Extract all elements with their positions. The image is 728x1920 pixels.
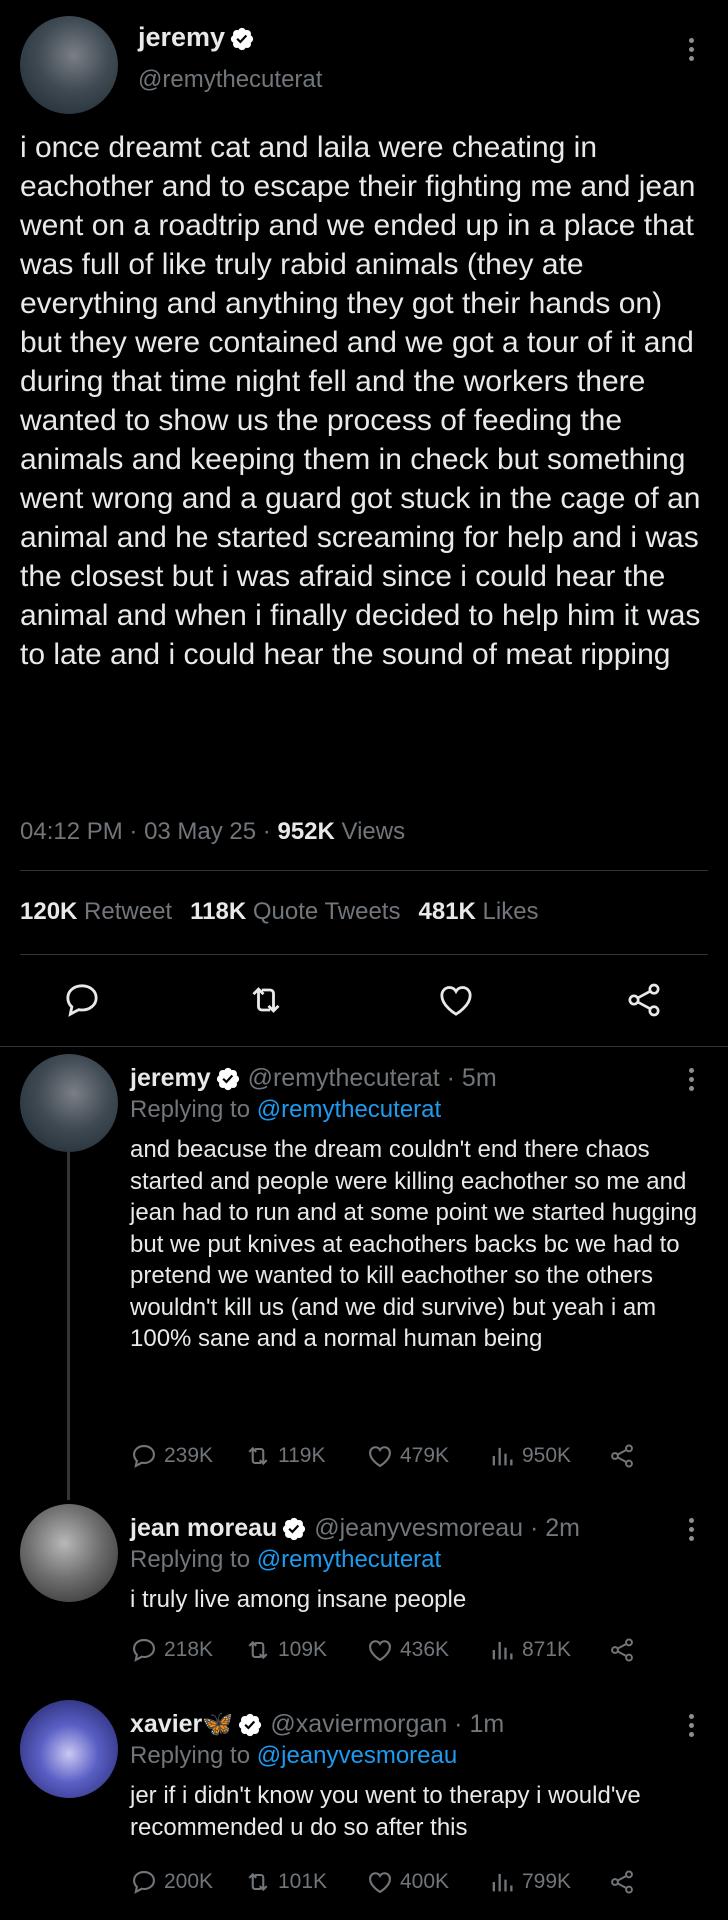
reply-age: 5m <box>461 1064 497 1092</box>
author-handle[interactable]: @remythecuterat <box>248 1064 440 1092</box>
views-label: Views <box>341 818 406 845</box>
likes-stat[interactable]: 481K Likes <box>418 898 538 925</box>
verified-badge-icon <box>216 1068 239 1091</box>
views-count: 952K <box>277 818 335 845</box>
reply-icon <box>133 1639 155 1662</box>
like-count-button[interactable]: 436K <box>366 1636 449 1664</box>
avatar[interactable] <box>20 1504 118 1602</box>
verified-badge-icon <box>230 27 254 50</box>
retweet-count-button[interactable]: 119K <box>244 1442 326 1470</box>
butterfly-emoji: 🦋 <box>202 1710 234 1738</box>
avatar[interactable] <box>20 1700 118 1798</box>
reply-icon[interactable] <box>62 980 102 1020</box>
retweet-icon <box>248 1640 268 1660</box>
retweet-count-button[interactable]: 101K <box>244 1868 327 1896</box>
share-button[interactable] <box>608 1636 642 1664</box>
replying-to-link[interactable]: @jeanyvesmoreau <box>257 1742 457 1769</box>
reply-icon <box>133 1445 155 1468</box>
replying-to: Replying to @remythecuterat <box>130 1546 442 1573</box>
retweets-stat[interactable]: 120K Retweet <box>20 898 172 925</box>
tweet-time: 04:12 PM <box>20 818 123 845</box>
reply-actions: 218K 109K 436K 871K <box>130 1636 650 1666</box>
tweet-stats: 120K Retweet 118K Quote Tweets 481K Likes <box>20 898 539 926</box>
replying-to: Replying to @remythecuterat <box>130 1096 442 1123</box>
share-icon[interactable] <box>624 980 664 1020</box>
retweet-icon[interactable] <box>246 980 286 1020</box>
share-icon <box>611 1444 633 1468</box>
views-chart-icon <box>492 1873 513 1892</box>
quote-tweets-stat[interactable]: 118K Quote Tweets <box>190 898 400 925</box>
retweet-count-button[interactable]: 109K <box>244 1636 327 1664</box>
views-count-button[interactable]: 950K <box>488 1442 571 1470</box>
author-name[interactable]: jeremy <box>138 22 225 52</box>
like-icon <box>369 1872 391 1894</box>
reply-actions: 200K 101K 400K 799K <box>130 1868 650 1898</box>
tweet-meta: 04:12 PM · 03 May 25 · 952K Views <box>20 818 406 845</box>
author-handle[interactable]: @jeanyvesmoreau <box>314 1514 523 1542</box>
views-count-button[interactable]: 871K <box>488 1636 571 1664</box>
like-count-button[interactable]: 400K <box>366 1868 449 1896</box>
replying-to-link[interactable]: @remythecuterat <box>257 1546 441 1573</box>
more-options-icon[interactable] <box>689 34 694 65</box>
divider <box>20 870 708 871</box>
tweet-actions <box>0 980 728 1024</box>
verified-badge-icon <box>239 1714 262 1737</box>
reply-count-button[interactable]: 200K <box>130 1868 213 1896</box>
share-icon <box>611 1638 633 1662</box>
verified-badge-icon <box>283 1518 306 1541</box>
reply-age: 2m <box>545 1514 581 1542</box>
more-options-icon[interactable] <box>689 1514 694 1545</box>
more-options-icon[interactable] <box>689 1710 694 1741</box>
reply-text: and beacuse the dream couldn't end there… <box>130 1136 698 1352</box>
reply-count-button[interactable]: 239K <box>130 1442 213 1470</box>
author-handle[interactable]: @remythecuterat <box>138 66 322 94</box>
like-count-button[interactable]: 479K <box>366 1442 449 1470</box>
thread-line <box>67 1152 70 1500</box>
like-icon <box>369 1640 391 1662</box>
author-name[interactable]: jeremy <box>130 1064 211 1092</box>
views-chart-icon <box>492 1641 513 1660</box>
author-name[interactable]: jean moreau <box>130 1514 277 1542</box>
like-icon[interactable] <box>436 980 476 1020</box>
avatar[interactable] <box>20 16 118 114</box>
more-options-icon[interactable] <box>689 1064 694 1095</box>
views-chart-icon <box>492 1447 513 1466</box>
divider <box>0 1046 728 1047</box>
views-count-button[interactable]: 799K <box>488 1868 571 1896</box>
author-name[interactable]: xavier <box>130 1710 202 1738</box>
like-icon <box>369 1446 391 1468</box>
share-icon <box>611 1870 633 1894</box>
replying-to: Replying to @jeanyvesmoreau <box>130 1742 458 1769</box>
retweet-icon <box>248 1872 268 1892</box>
reply-text: jer if i didn't know you went to therapy… <box>130 1782 641 1841</box>
reply-age: 1m <box>469 1710 505 1738</box>
share-button[interactable] <box>608 1868 642 1896</box>
share-button[interactable] <box>608 1442 642 1470</box>
avatar[interactable] <box>20 1054 118 1152</box>
tweet-text: i once dreamt cat and laila were cheatin… <box>20 131 701 671</box>
reply-count-button[interactable]: 218K <box>130 1636 213 1664</box>
retweet-icon <box>248 1446 268 1466</box>
reply-actions: 239K 119K 479K 950K <box>130 1442 650 1472</box>
reply-icon <box>133 1871 155 1894</box>
divider <box>20 954 708 955</box>
replying-to-link[interactable]: @remythecuterat <box>257 1096 441 1123</box>
tweet-date: 03 May 25 <box>144 818 257 845</box>
author-handle[interactable]: @xaviermorgan <box>270 1710 447 1738</box>
reply-text: i truly live among insane people <box>130 1586 467 1613</box>
